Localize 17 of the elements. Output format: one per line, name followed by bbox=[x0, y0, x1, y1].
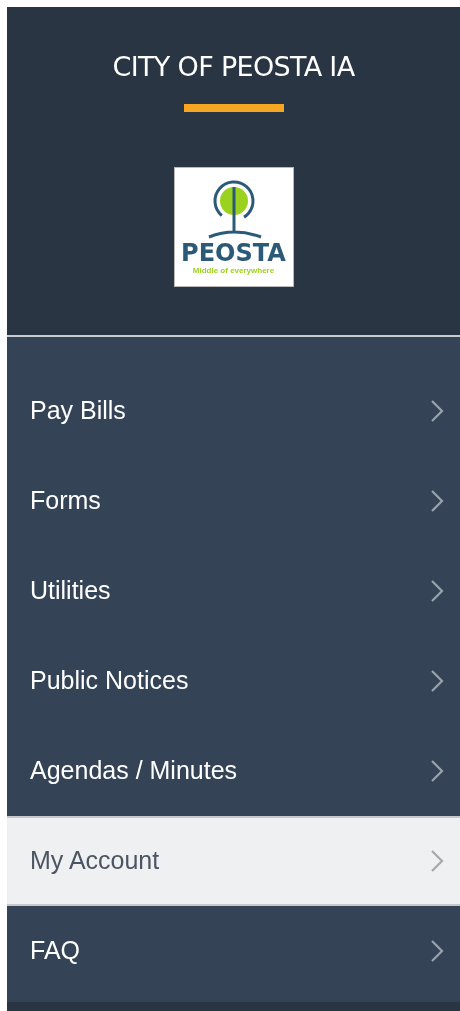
menu-item[interactable]: Forms bbox=[7, 456, 460, 546]
menu-item[interactable]: Utilities bbox=[7, 546, 460, 636]
chevron-right-icon bbox=[430, 849, 444, 873]
chevron-right-icon bbox=[430, 489, 444, 513]
logo-wordmark: PEOSTA bbox=[181, 240, 286, 265]
chevron-right-icon bbox=[430, 759, 444, 783]
menu-item[interactable]: Agendas / Minutes bbox=[7, 726, 460, 816]
menu-item[interactable]: FAQ bbox=[7, 906, 460, 996]
chevron-right-icon bbox=[430, 399, 444, 423]
site-title: CITY OF PEOSTA IA bbox=[112, 50, 355, 84]
menu-item[interactable]: My Account bbox=[7, 816, 460, 906]
logo-tagline: Middle of everywhere bbox=[192, 266, 275, 275]
menu-item[interactable]: Pay Bills bbox=[7, 366, 460, 456]
chevron-right-icon bbox=[430, 669, 444, 693]
menu-item[interactable]: Public Notices bbox=[7, 636, 460, 726]
chevron-right-icon bbox=[430, 939, 444, 963]
chevron-right-icon bbox=[430, 579, 444, 603]
